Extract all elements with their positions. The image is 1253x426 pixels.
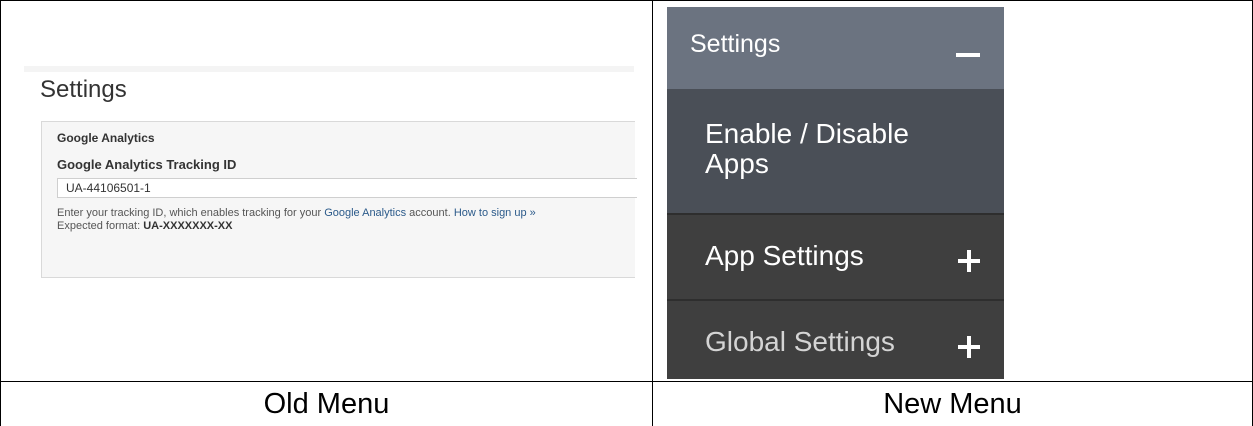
comparison-table: Settings Google Analytics Google Analyti… bbox=[0, 0, 1253, 426]
enable-disable-apps-label: Enable / Disable Apps bbox=[705, 118, 909, 179]
settings-menu-header[interactable]: Settings bbox=[667, 7, 1004, 89]
table-border-top bbox=[0, 0, 1253, 1]
google-analytics-panel: Google Analytics Google Analytics Tracki… bbox=[41, 121, 637, 278]
new-menu-screenshot: Settings Enable / Disable Apps App Setti… bbox=[667, 7, 1004, 379]
format-text: Expected format: bbox=[57, 220, 144, 232]
old-menu-screenshot: Settings Google Analytics Google Analyti… bbox=[24, 66, 637, 296]
table-border-middle bbox=[652, 0, 653, 426]
table-border-left bbox=[0, 0, 1, 426]
how-to-sign-up-link[interactable]: How to sign up » bbox=[454, 207, 536, 219]
expand-plus-icon[interactable] bbox=[958, 250, 980, 272]
new-menu-caption: New Menu bbox=[883, 388, 1022, 420]
expand-plus-icon[interactable] bbox=[958, 336, 980, 358]
format-value: UA-XXXXXXX-XX bbox=[143, 220, 233, 232]
old-settings-title: Settings bbox=[40, 76, 127, 103]
menu-item-app-settings[interactable]: App Settings bbox=[667, 215, 1004, 299]
help-text: Enter your tracking ID, which enables tr… bbox=[57, 207, 325, 219]
help-text-mid: account. bbox=[406, 207, 454, 219]
table-border-row bbox=[0, 381, 1253, 382]
app-settings-label: App Settings bbox=[705, 240, 864, 271]
tracking-id-input[interactable]: UA-44106501-1 bbox=[57, 178, 637, 198]
google-analytics-link[interactable]: Google Analytics bbox=[324, 207, 406, 219]
menu-item-enable-disable-apps[interactable]: Enable / Disable Apps bbox=[667, 89, 1004, 213]
global-settings-label: Global Settings bbox=[705, 326, 895, 357]
tracking-id-help: Enter your tracking ID, which enables tr… bbox=[57, 207, 536, 233]
menu-item-global-settings[interactable]: Global Settings bbox=[667, 301, 1004, 379]
tracking-id-label: Google Analytics Tracking ID bbox=[57, 157, 237, 172]
google-analytics-heading: Google Analytics bbox=[57, 131, 155, 145]
settings-menu-label: Settings bbox=[690, 30, 781, 58]
old-menu-topbar bbox=[24, 66, 634, 72]
old-menu-caption: Old Menu bbox=[263, 388, 390, 420]
collapse-minus-icon[interactable] bbox=[956, 53, 980, 57]
